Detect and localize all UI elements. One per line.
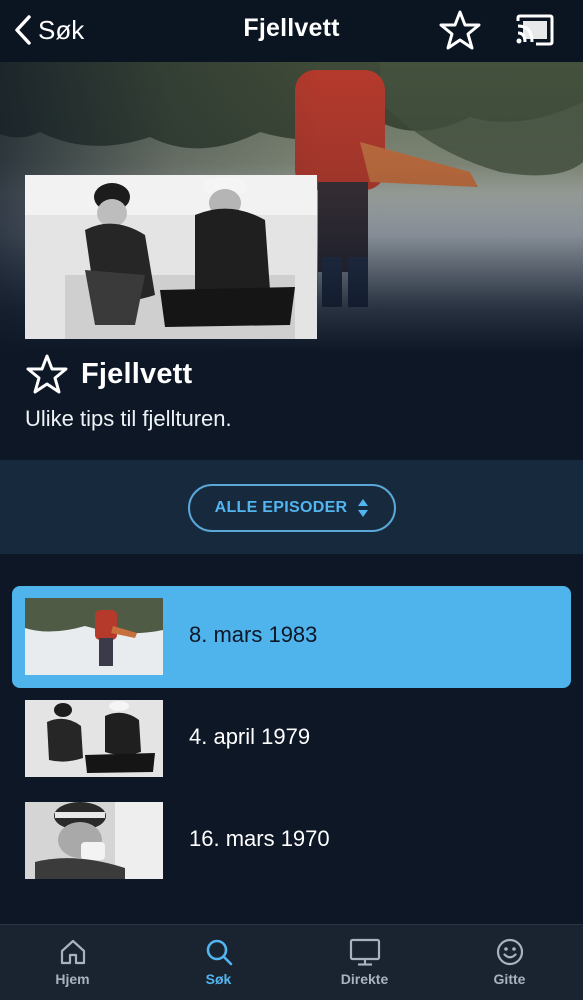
tv-icon <box>349 938 380 966</box>
episode-thumbnail <box>25 802 163 879</box>
episode-date: 8. mars 1983 <box>189 622 318 647</box>
tab-label: Søk <box>205 971 232 987</box>
episode-item[interactable]: 4. april 1979 <box>12 688 571 790</box>
show-description: Ulike tips til fjellturen. <box>25 406 232 431</box>
episode-date: 16. mars 1970 <box>189 826 330 851</box>
tab-search[interactable]: Søk <box>146 925 291 1000</box>
episode-list: 8. mars 1983 4. april 1979 16. mars 1970 <box>0 554 583 924</box>
episode-item[interactable]: 8. mars 1983 <box>12 586 571 688</box>
show-title-row: Fjellvett <box>25 352 192 396</box>
favorite-star-icon[interactable] <box>25 352 69 396</box>
tab-label: Gitte <box>493 971 526 987</box>
top-nav-bar: Søk Fjellvett <box>0 0 583 62</box>
smiley-icon <box>496 938 523 966</box>
tab-profile[interactable]: Gitte <box>437 925 582 1000</box>
favorite-star-icon[interactable] <box>438 8 482 52</box>
sort-arrows-icon <box>358 499 369 517</box>
page-title: Fjellvett <box>243 14 340 42</box>
hero-section: Fjellvett Ulike tips til fjellturen. <box>0 62 583 460</box>
tab-live[interactable]: Direkte <box>292 925 437 1000</box>
show-thumbnail <box>25 175 317 339</box>
tab-label: Hjem <box>55 971 90 987</box>
home-icon <box>60 939 85 965</box>
app-root: Søk Fjellvett Fjellvett Ulike tips til f… <box>0 0 583 1000</box>
all-episodes-selector[interactable]: ALLE EPISODER <box>188 484 396 532</box>
bottom-tab-bar: Hjem Søk Direkte Gitte <box>0 924 583 1000</box>
episode-item[interactable]: 16. mars 1970 <box>12 790 571 892</box>
tab-home[interactable]: Hjem <box>0 925 145 1000</box>
search-icon <box>206 939 232 966</box>
tab-label: Direkte <box>340 971 389 987</box>
all-episodes-label: ALLE EPISODER <box>214 499 348 516</box>
show-title: Fjellvett <box>81 357 193 390</box>
episode-thumbnail <box>25 700 163 777</box>
episode-date: 4. april 1979 <box>189 724 311 749</box>
episode-thumbnail <box>25 598 163 675</box>
episode-selector-band: ALLE EPISODER <box>0 460 583 554</box>
cast-icon[interactable] <box>512 12 556 48</box>
